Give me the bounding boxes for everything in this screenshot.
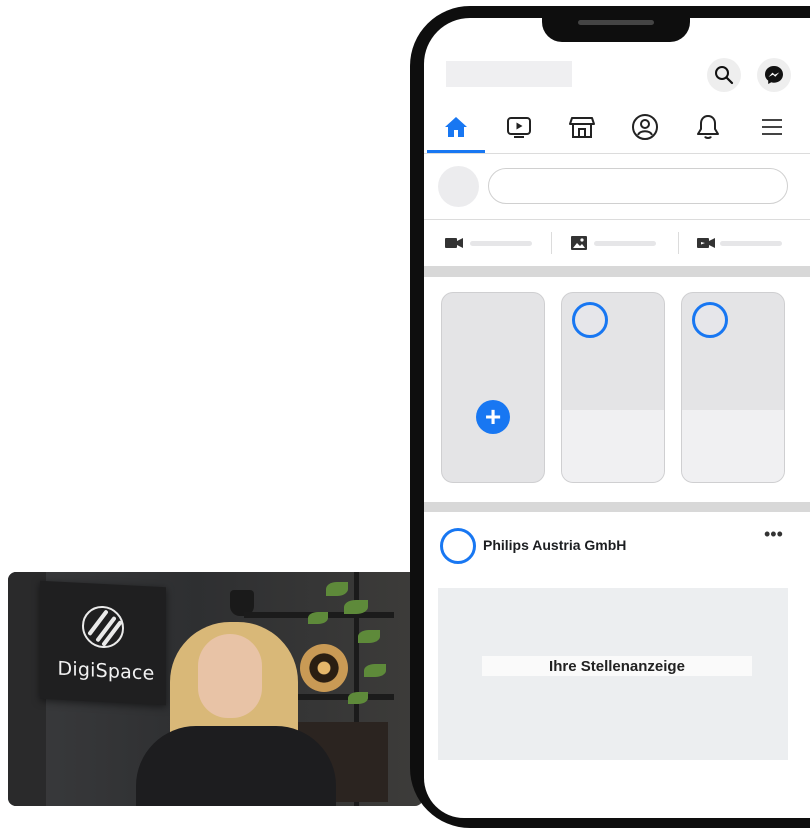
tab-notifications[interactable]	[693, 112, 723, 142]
plant-leaf	[344, 600, 368, 614]
bell-icon	[697, 115, 719, 139]
section-separator	[424, 502, 810, 512]
hamburger-menu-icon	[762, 119, 782, 135]
room-video-icon	[697, 238, 715, 248]
photo-icon	[571, 236, 587, 250]
page-name[interactable]: Philips Austria GmbH	[483, 537, 626, 553]
nav-divider	[424, 153, 810, 154]
composer-divider	[424, 219, 810, 220]
photo-action[interactable]	[570, 234, 665, 252]
profile-icon	[632, 114, 658, 140]
plus-icon: +	[484, 401, 502, 432]
plant-leaf	[326, 582, 348, 596]
tab-watch[interactable]	[504, 112, 534, 142]
digispace-wall-sign: DigiSpace	[40, 580, 166, 706]
page-avatar[interactable]	[440, 528, 476, 564]
status-composer-input[interactable]	[488, 168, 788, 204]
store-icon	[569, 117, 595, 138]
live-video-action[interactable]	[444, 234, 539, 252]
more-options-icon[interactable]: •••	[764, 524, 783, 545]
phone-notch	[542, 6, 690, 42]
plant-leaf	[308, 612, 328, 624]
story-avatar	[572, 302, 608, 338]
story-avatar	[692, 302, 728, 338]
search-button[interactable]	[707, 58, 741, 92]
plant-leaf	[364, 664, 386, 677]
person-body	[136, 726, 336, 806]
room-action[interactable]	[696, 234, 791, 252]
tab-profile[interactable]	[630, 112, 660, 142]
create-story-card[interactable]	[441, 292, 545, 483]
user-avatar[interactable]	[438, 166, 479, 207]
tab-menu[interactable]	[757, 112, 787, 142]
messenger-button[interactable]	[757, 58, 791, 92]
home-icon	[445, 117, 467, 137]
tab-home[interactable]	[441, 112, 471, 142]
plant-leaf	[348, 692, 368, 704]
messenger-icon	[765, 66, 783, 84]
brand-text: DigiSpace	[57, 657, 155, 685]
ad-label: Ihre Stellenanzeige	[482, 656, 752, 676]
search-icon	[715, 66, 734, 85]
add-story-button[interactable]: +	[476, 400, 510, 434]
app-logo-placeholder	[446, 61, 572, 87]
live-video-icon	[445, 238, 463, 248]
plant-leaf	[358, 630, 380, 643]
webcam-video-overlay: DigiSpace	[8, 572, 423, 806]
digispace-logo-icon	[82, 605, 124, 649]
person-face	[198, 634, 262, 718]
tab-marketplace[interactable]	[567, 112, 597, 142]
section-separator	[424, 266, 810, 277]
speaker	[300, 644, 348, 692]
video-icon	[507, 117, 531, 138]
